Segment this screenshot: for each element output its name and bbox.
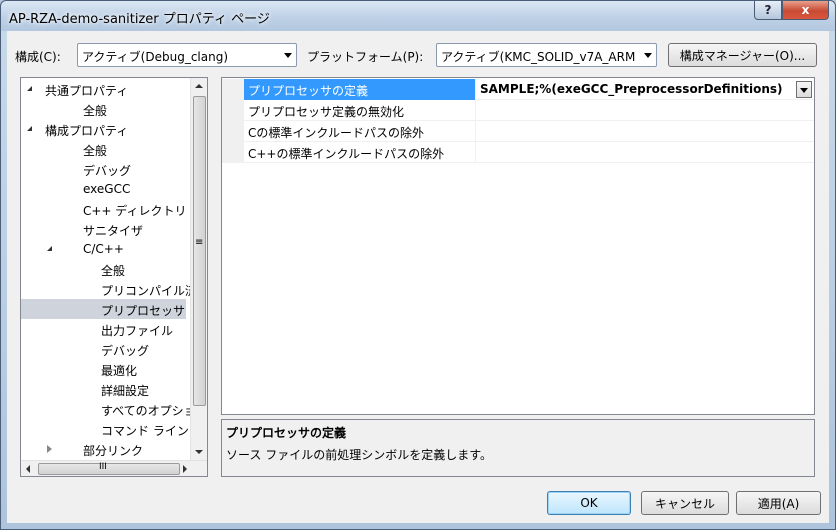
tree-item[interactable]: 詳細設定 — [21, 379, 186, 399]
chevron-down-icon — [800, 88, 808, 93]
property-value-text: SAMPLE;%(exeGCC_PreprocessorDefinitions) — [480, 82, 783, 96]
config-toolbar: 構成(C): アクティブ(Debug_clang) プラットフォーム(P): ア… — [7, 43, 829, 69]
row-gutter — [222, 100, 244, 121]
config-combo[interactable]: アクティブ(Debug_clang) — [77, 43, 297, 67]
platform-combo-value: アクティブ(KMC_SOLID_v7A_ARM — [441, 50, 636, 64]
property-value[interactable] — [476, 142, 814, 163]
tree-item[interactable]: 共通プロパティ — [21, 79, 186, 99]
platform-label: プラットフォーム(P): — [307, 50, 424, 64]
property-value[interactable] — [476, 121, 814, 142]
property-row[interactable]: C++の標準インクルードパスの除外 — [222, 142, 814, 163]
chevron-down-icon — [284, 53, 292, 58]
tree-item-label: サニタイザ — [83, 224, 144, 238]
tree-item[interactable]: 最適化 — [21, 359, 186, 379]
tree-item-label: コマンド ライン — [101, 424, 189, 438]
cancel-button[interactable]: キャンセル — [641, 491, 729, 515]
tree-item[interactable]: C++ ディレクトリ — [21, 199, 186, 219]
config-manager-button[interactable]: 構成マネージャー(O)... — [668, 43, 817, 67]
tree-item[interactable]: 全般 — [21, 139, 186, 159]
tree-item-label: C/C++ — [83, 242, 124, 256]
ok-button[interactable]: OK — [547, 491, 631, 515]
platform-combo[interactable]: アクティブ(KMC_SOLID_v7A_ARM — [436, 43, 657, 67]
property-tree[interactable]: 部分リンク コマンド ライン すべてのオプション 詳細設定 最適化 デバッグ 出力ファイルプ… — [20, 77, 208, 477]
tree-item[interactable]: 構成プロパティ — [21, 119, 186, 139]
property-name[interactable]: C++の標準インクルードパスの除外 — [244, 142, 476, 163]
property-value[interactable] — [476, 100, 814, 121]
scroll-right-arrow-icon[interactable] — [183, 465, 187, 473]
tree-item[interactable]: 全般 — [21, 259, 186, 279]
tree-item-label: 全般 — [83, 104, 108, 118]
collapsed-triangle-icon[interactable] — [47, 445, 52, 453]
chevron-down-icon — [644, 53, 652, 58]
tree-item[interactable]: サニタイザ — [21, 219, 186, 239]
grip-icon: III — [99, 462, 107, 472]
tree-item-label: exeGCC — [83, 182, 131, 196]
tree-item-label: プリプロセッサ — [101, 304, 186, 318]
tree-item[interactable]: コマンド ライン — [21, 419, 189, 439]
tree-item-label: デバッグ — [83, 164, 132, 178]
value-dropdown-button[interactable] — [796, 81, 812, 98]
property-value[interactable]: SAMPLE;%(exeGCC_PreprocessorDefinitions) — [476, 79, 814, 100]
properties-window: AP-RZA-demo-sanitizer プロパティ ページ ? x 構成(C… — [0, 0, 836, 530]
tree-item-label: 詳細設定 — [101, 384, 150, 398]
scroll-left-arrow-icon[interactable] — [26, 465, 30, 473]
description-text: ソース ファイルの前処理シンボルを定義します。 — [226, 448, 493, 462]
dialog-client: 構成(C): アクティブ(Debug_clang) プラットフォーム(P): ア… — [7, 31, 829, 523]
config-label: 構成(C): — [15, 50, 61, 64]
tree-item-label: 最適化 — [101, 364, 138, 378]
row-gutter — [222, 121, 244, 142]
property-grid[interactable]: プリプロセッサの定義 SAMPLE;%(exeGCC_PreprocessorDe… — [221, 77, 815, 415]
row-gutter — [222, 79, 244, 100]
tree-item[interactable]: C/C++ — [21, 239, 186, 259]
tree-item[interactable]: すべてのオプション — [21, 399, 207, 419]
tree-item-label: C++ ディレクトリ — [83, 204, 187, 218]
tree-horizontal-thumb[interactable]: III — [38, 462, 180, 475]
window-title: AP-RZA-demo-sanitizer プロパティ ページ — [9, 12, 270, 27]
tree-item-label: デバッグ — [101, 344, 150, 358]
property-name[interactable]: プリプロセッサの定義 — [244, 79, 476, 100]
tree-item[interactable]: 部分リンク — [21, 439, 186, 459]
tree-item-label: 構成プロパティ — [45, 124, 129, 138]
tree-item[interactable]: デバッグ — [21, 339, 186, 359]
scroll-up-arrow-icon[interactable] — [195, 84, 203, 88]
property-name[interactable]: プリプロセッサ定義の無効化 — [244, 100, 476, 121]
description-title: プリプロセッサの定義 — [226, 426, 347, 440]
title-bar[interactable]: AP-RZA-demo-sanitizer プロパティ ページ ? x — [1, 1, 835, 31]
grip-icon: ≡ — [195, 237, 204, 248]
tree-item[interactable]: 全般 — [21, 99, 186, 119]
expanded-triangle-icon[interactable] — [27, 86, 32, 91]
tree-item[interactable]: プリプロセッサ — [21, 299, 186, 319]
property-row[interactable]: Cの標準インクルードパスの除外 — [222, 121, 814, 142]
expanded-triangle-icon[interactable] — [27, 126, 32, 131]
tree-item[interactable]: 出力ファイル — [21, 319, 186, 339]
tree-item[interactable]: exeGCC — [21, 179, 186, 199]
tree-item-label: 全般 — [101, 264, 126, 278]
expanded-triangle-icon[interactable] — [47, 246, 52, 251]
description-panel: プリプロセッサの定義 ソース ファイルの前処理シンボルを定義します。 — [221, 419, 815, 477]
tree-item-label: 共通プロパティ — [45, 84, 129, 98]
property-name[interactable]: Cの標準インクルードパスの除外 — [244, 121, 476, 142]
tree-item[interactable]: プリコンパイル済み — [21, 279, 207, 299]
tree-item-label: 部分リンク — [83, 444, 144, 458]
tree-item-label: 出力ファイル — [101, 324, 174, 338]
property-row[interactable]: プリプロセッサ定義の無効化 — [222, 100, 814, 121]
config-combo-value: アクティブ(Debug_clang) — [82, 50, 229, 64]
help-button[interactable]: ? — [754, 1, 782, 20]
property-row[interactable]: プリプロセッサの定義 SAMPLE;%(exeGCC_PreprocessorDe… — [222, 79, 814, 100]
close-button[interactable]: x — [782, 1, 829, 20]
row-gutter — [222, 142, 244, 163]
tree-item[interactable]: デバッグ — [21, 159, 186, 179]
tree-vertical-thumb[interactable]: ≡ — [193, 96, 206, 406]
apply-button[interactable]: 適用(A) — [736, 491, 821, 515]
tree-item-label: 全般 — [83, 144, 108, 158]
tree-horizontal-scrollbar[interactable]: III — [21, 460, 207, 476]
scroll-down-arrow-icon[interactable] — [195, 450, 203, 454]
tree-vertical-scrollbar[interactable]: ≡ — [190, 78, 207, 461]
